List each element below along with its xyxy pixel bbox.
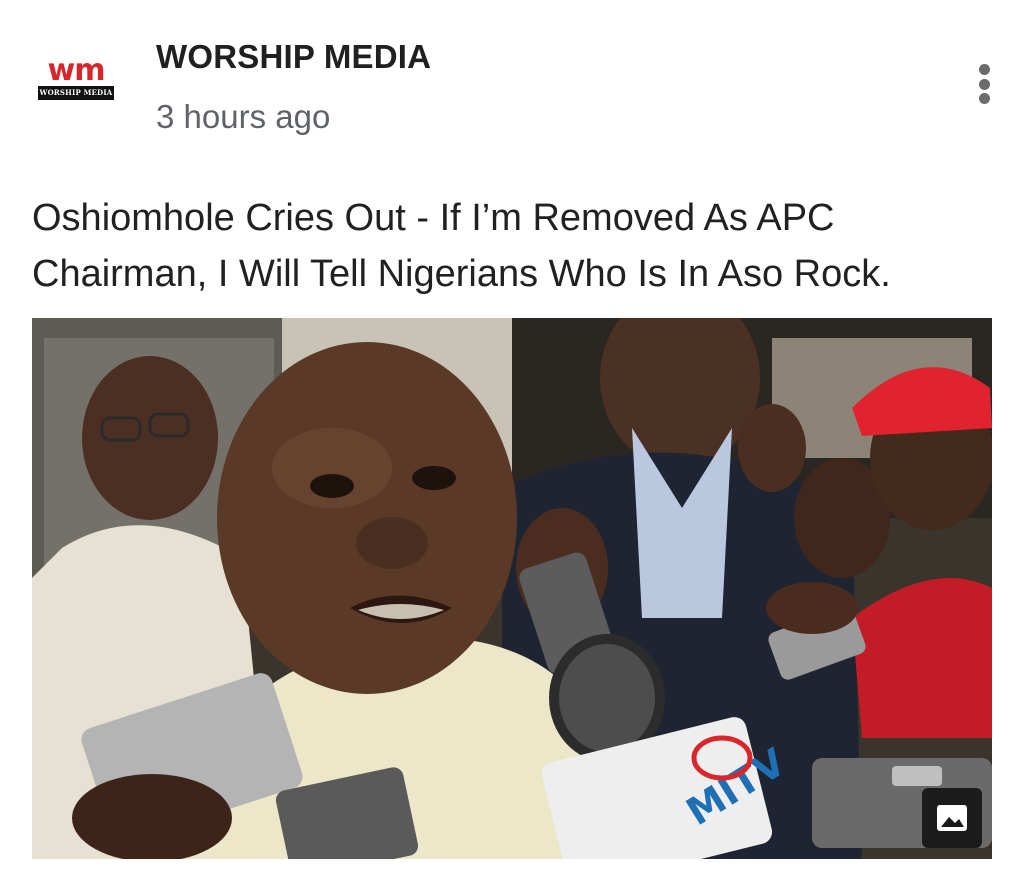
article-photo[interactable]: MITV xyxy=(32,318,992,859)
photo-illustration: MITV xyxy=(32,318,992,859)
more-vert-icon-dot xyxy=(978,78,990,90)
publisher-name[interactable]: WORSHIP MEDIA xyxy=(156,38,431,76)
post-timestamp: 3 hours ago xyxy=(156,98,331,135)
more-vert-icon xyxy=(978,64,990,75)
image-badge-button[interactable] xyxy=(922,788,982,848)
more-vert-icon-dot xyxy=(978,93,990,104)
image-icon xyxy=(937,805,967,831)
more-options-button[interactable] xyxy=(964,58,1004,110)
logo-letters: wm xyxy=(48,58,105,84)
publisher-logo[interactable]: wm WORSHIP MEDIA xyxy=(38,58,114,104)
article-headline[interactable]: Oshiomhole Cries Out - If I’m Removed As… xyxy=(32,190,992,302)
card-header: wm WORSHIP MEDIA WORSHIP MEDIA 3 hours a… xyxy=(0,0,1024,170)
logo-mark-icon: wm xyxy=(48,58,106,84)
logo-caption: WORSHIP MEDIA xyxy=(38,86,114,100)
